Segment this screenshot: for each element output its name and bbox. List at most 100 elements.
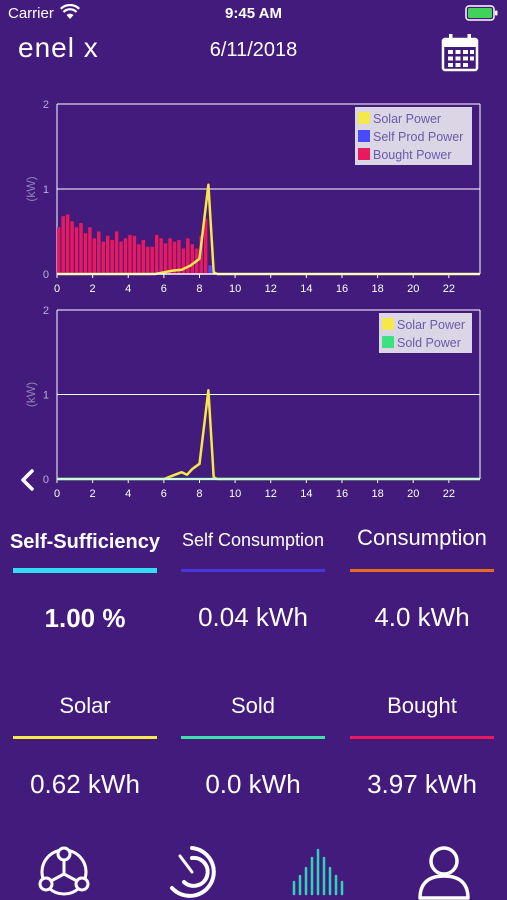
x-tick-label: 4 [125, 488, 131, 500]
y-tick-label: 0 [43, 474, 49, 486]
sold-title: Sold [230, 693, 276, 718]
bar [123, 238, 128, 274]
power-bar-chart: 012(kW)0 2 4 6 8 10 12 14 16 18 20 22Solar PowerSel… [24, 99, 481, 295]
x-tick-label: 22 [443, 283, 455, 295]
bar [163, 243, 168, 274]
bar [208, 265, 212, 274]
self-consumption-bar [181, 569, 325, 572]
consumption-value: 4.0 kWh [374, 602, 470, 632]
legend-label: Self Prod Power [373, 130, 463, 144]
x-tick-label: 6 [161, 283, 167, 295]
series-line [57, 389, 480, 481]
bar [79, 223, 83, 274]
bar [154, 234, 159, 274]
battery-icon [465, 5, 498, 21]
bar [132, 235, 137, 274]
bar-chart-icon[interactable] [288, 844, 348, 900]
bar [141, 240, 146, 274]
solar-title: Solar [59, 693, 111, 718]
x-tick-label: 2 [90, 488, 96, 500]
status-time: 9:45 AM [225, 5, 282, 22]
calendar-icon[interactable] [441, 32, 479, 72]
x-tick-label: 8 [196, 488, 202, 500]
sold-stat: Sold 0.0 kWh [169, 686, 337, 800]
x-tick-label: 2 [90, 283, 96, 295]
solar-stat: Solar 0.62 kWh [1, 686, 169, 800]
bar [105, 235, 110, 274]
legend-label: Bought Power [373, 148, 452, 162]
self-sufficiency-stat: Self-Sufficiency 1.00 % [1, 522, 169, 634]
legend-swatch [382, 318, 394, 330]
bar [168, 238, 172, 274]
legend-swatch [358, 148, 370, 160]
bar [61, 216, 65, 274]
x-tick-label: 20 [407, 488, 419, 500]
date-label[interactable]: 6/11/2018 [0, 39, 507, 62]
x-tick-label: 6 [161, 488, 167, 500]
bar [57, 227, 61, 274]
legend-swatch [358, 112, 370, 124]
x-tick-label: 16 [336, 488, 348, 500]
x-tick-label: 10 [229, 283, 241, 295]
sold-bar [181, 736, 325, 739]
legend-label: Sold Power [397, 336, 461, 350]
x-tick-label: 18 [371, 283, 383, 295]
x-tick-label: 12 [265, 488, 277, 500]
bar [65, 214, 70, 274]
x-tick-label: 14 [300, 488, 312, 500]
legend-swatch [382, 336, 394, 348]
bar [74, 227, 79, 274]
bar [128, 234, 132, 274]
consumption-bar [350, 569, 494, 572]
x-tick-label: 16 [336, 283, 348, 295]
y-tick-label: 2 [43, 305, 49, 317]
x-tick-label: 14 [300, 283, 312, 295]
legend-swatch [358, 130, 370, 142]
bar [146, 246, 150, 274]
user-icon[interactable] [414, 844, 474, 900]
bar [190, 244, 195, 274]
self-sufficiency-bar [13, 568, 157, 573]
bar [137, 244, 141, 274]
bar [159, 238, 163, 274]
self-sufficiency-value: 1.00 % [44, 603, 126, 633]
bar [150, 246, 154, 274]
legend-label: Solar Power [373, 112, 441, 126]
x-tick-label: 0 [54, 283, 60, 295]
x-tick-label: 8 [196, 283, 202, 295]
solar-value: 0.62 kWh [30, 769, 140, 799]
x-tick-label: 12 [265, 283, 277, 295]
network-icon[interactable] [34, 844, 94, 900]
app-header: enel x 6/11/2018 [0, 28, 507, 76]
bar [97, 231, 101, 274]
self-consumption-value: 0.04 kWh [198, 602, 308, 632]
bar [119, 241, 123, 274]
bar [101, 241, 105, 274]
legend-label: Solar Power [397, 318, 465, 332]
x-tick-label: 0 [54, 488, 60, 500]
gauge-icon[interactable] [162, 844, 222, 900]
tab-bar [0, 840, 507, 900]
y-tick-label: 0 [43, 269, 49, 281]
bar [88, 227, 92, 274]
bar [114, 231, 119, 274]
x-tick-label: 22 [443, 488, 455, 500]
bought-stat: Bought 3.97 kWh [338, 686, 506, 800]
x-tick-label: 10 [229, 488, 241, 500]
self-consumption-title: Self Consumption [181, 530, 325, 550]
power-line-chart: 012(kW)0 2 4 6 8 10 12 14 16 18 20 22Solar PowerSol… [24, 305, 481, 500]
y-tick-label: 1 [43, 184, 49, 196]
bought-bar [350, 736, 494, 739]
x-tick-label: 4 [125, 283, 131, 295]
consumption-title: Consumption [357, 525, 487, 550]
bought-title: Bought [387, 693, 457, 718]
bar [83, 233, 88, 274]
y-tick-label: 2 [43, 99, 49, 111]
y-tick-label: 1 [43, 390, 49, 402]
chevron-left-icon[interactable] [14, 466, 42, 494]
bar [110, 240, 114, 274]
self-consumption-stat: Self Consumption 0.04 kWh [169, 520, 337, 633]
y-axis-label: (kW) [24, 176, 38, 201]
x-tick-label: 18 [371, 488, 383, 500]
consumption-stat: Consumption 4.0 kWh [338, 518, 506, 633]
